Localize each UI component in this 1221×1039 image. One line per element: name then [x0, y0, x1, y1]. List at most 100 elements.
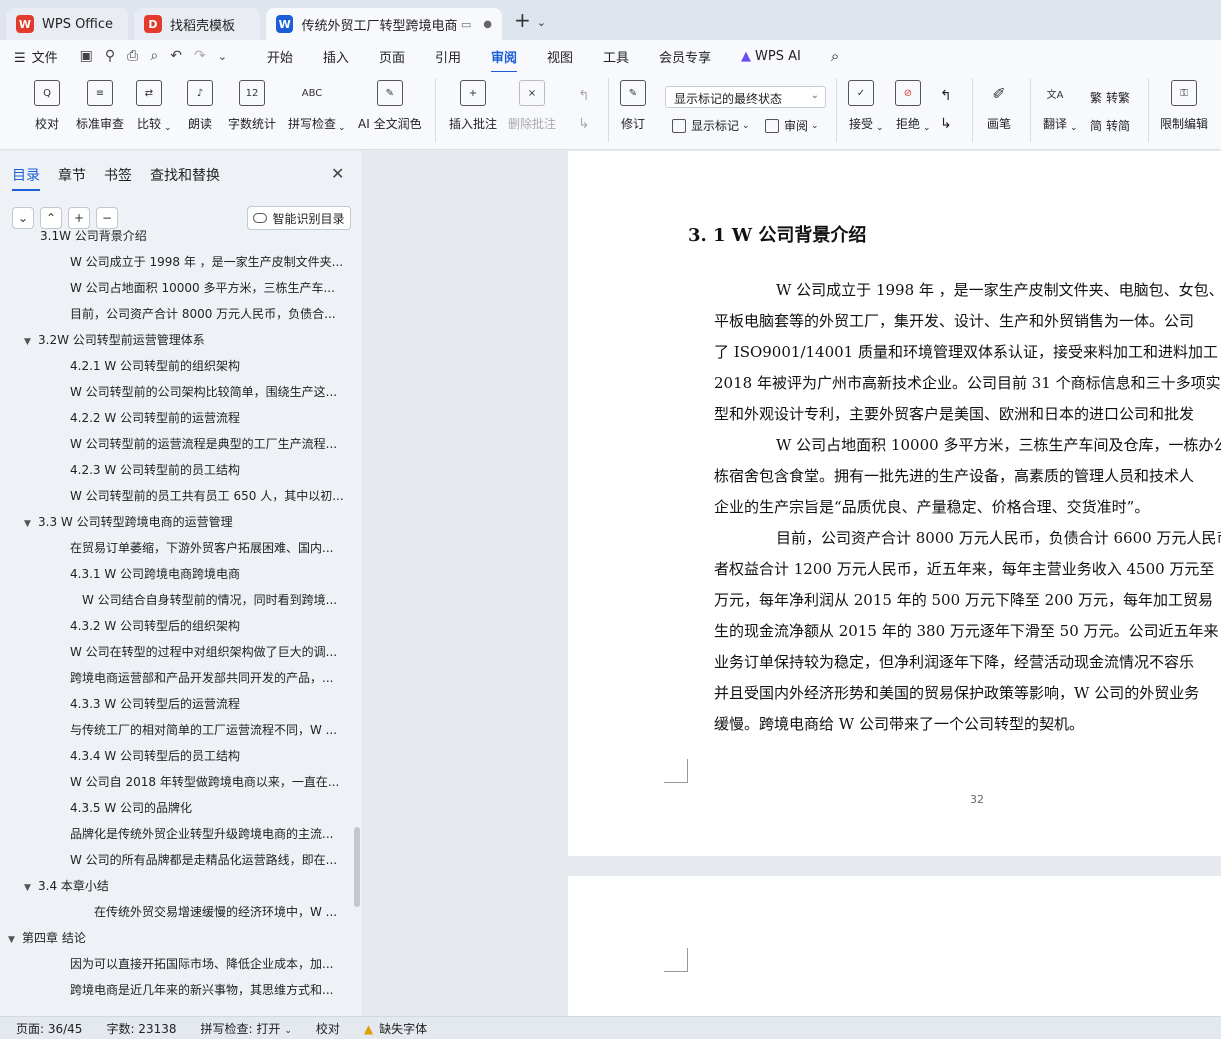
tab-document[interactable]: W 传统外贸工厂转型跨境电商的 ▭ ● — [266, 8, 502, 40]
toc-item[interactable]: W 公司的所有品牌都是走精品化运营路线，即在... — [0, 847, 352, 873]
insert-comment-button[interactable]: + 插入批注 — [449, 80, 497, 132]
word-count-indicator[interactable]: 字数: 23138 — [106, 1020, 176, 1037]
to-traditional-button[interactable]: 繁转繁 — [1090, 89, 1130, 106]
prev-comment-icon[interactable]: ↰ — [578, 88, 590, 104]
wps-ai-button[interactable]: ▲ WPS AI — [741, 49, 801, 64]
document-body[interactable]: W 公司成立于 1998 年 ，是一家生产皮制文件夹、电脑包、女包、手 平板电脑套… — [714, 275, 1221, 740]
ai-polish-button[interactable]: ✎ AI 全文润色 — [358, 80, 422, 132]
toc-item-label: 3.2W 公司转型前运营管理体系 — [38, 333, 205, 347]
missing-font-indicator[interactable]: ▲ 缺失字体 — [364, 1020, 427, 1037]
toc-item[interactable]: W 公司结合自身转型前的情况，同时看到跨境... — [0, 587, 352, 613]
to-simplified-button[interactable]: 简转简 — [1090, 117, 1130, 134]
toc-item[interactable]: W 公司成立于 1998 年 ，是一家生产皮制文件夹... — [0, 249, 352, 275]
restrict-edit-button[interactable]: ⚿ 限制编辑 — [1160, 80, 1208, 132]
spell-check-toggle[interactable]: 拼写检查: 打开 ⌄ — [201, 1020, 292, 1037]
toc-item[interactable]: 4.3.3 W 公司转型后的运营流程 — [0, 691, 352, 717]
menu-reference[interactable]: 引用 — [435, 47, 461, 66]
collapse-triangle-icon[interactable]: ▼ — [24, 511, 38, 535]
toc-item[interactable]: 4.3.2 W 公司转型后的组织架构 — [0, 613, 352, 639]
read-aloud-button[interactable]: ♪ 朗读 — [187, 80, 213, 132]
toc-item[interactable]: 跨境电商是近几年来的新兴事物，其思维方式和... — [0, 977, 352, 1000]
chevron-down-icon[interactable]: ⌄ — [537, 16, 546, 29]
next-change-icon[interactable]: ↳ — [940, 116, 952, 132]
toc-item[interactable]: 4.3.1 W 公司跨境电商跨境电商 — [0, 561, 352, 587]
menu-home[interactable]: 开始 — [267, 47, 293, 66]
tab-toc[interactable]: 目录 — [12, 165, 40, 191]
compare-button[interactable]: ⇄ 比较 ⌄ — [136, 80, 172, 133]
pen-button[interactable]: ✐ 画笔 — [986, 80, 1012, 132]
toc-item[interactable]: 因为可以直接开拓国际市场、降低企业成本，加... — [0, 951, 352, 977]
menu-review[interactable]: 审阅 — [490, 47, 517, 73]
print-icon[interactable]: ⎙ — [127, 48, 138, 64]
file-menu[interactable]: ☰ 文件 — [14, 47, 58, 66]
tab-bar: W WPS Office D 找稻壳模板 W 传统外贸工厂转型跨境电商的 ▭ ●… — [0, 0, 1221, 40]
close-icon[interactable]: ✕ — [331, 164, 344, 183]
collapse-triangle-icon[interactable]: ▼ — [24, 875, 38, 899]
tab-template[interactable]: D 找稻壳模板 — [134, 8, 260, 40]
undo-icon[interactable]: ↶ — [170, 48, 182, 64]
chevron-down-icon[interactable]: ⌄ — [218, 50, 227, 63]
menu-tools[interactable]: 工具 — [603, 47, 629, 66]
menu-member[interactable]: 会员专享 — [659, 47, 711, 66]
toc-item[interactable]: 3.1W 公司背景介绍 — [0, 223, 352, 249]
search-icon[interactable]: ⌕ — [831, 47, 839, 65]
save-icon[interactable]: ▣ — [80, 48, 93, 64]
toc-item[interactable]: ▼ 第四章 结论 — [0, 925, 352, 951]
collapse-triangle-icon[interactable]: ▼ — [24, 329, 38, 353]
prev-change-icon[interactable]: ↰ — [940, 88, 952, 104]
word-count-button[interactable]: 12 字数统计 — [228, 80, 276, 132]
document-page-next[interactable] — [568, 876, 1221, 1016]
document-page[interactable]: 3. 1 W 公司背景介绍 W 公司成立于 1998 年 ，是一家生产皮制文件夹… — [568, 151, 1221, 856]
toc-item[interactable]: ▼ 3.2W 公司转型前运营管理体系 — [0, 327, 352, 353]
toc-item[interactable]: 4.3.4 W 公司转型后的员工结构 — [0, 743, 352, 769]
standard-review-button[interactable]: ≡ 标准审查 — [76, 80, 124, 132]
toc-item[interactable]: W 公司转型前的公司架构比较简单，围绕生产这... — [0, 379, 352, 405]
toc-item[interactable]: ▼ 3.3 W 公司转型跨境电商的运营管理 — [0, 509, 352, 535]
toc-item[interactable]: W 公司在转型的过程中对组织架构做了巨大的调... — [0, 639, 352, 665]
share-icon[interactable]: ⚲ — [105, 48, 115, 64]
menu-page[interactable]: 页面 — [379, 47, 405, 66]
toc-item[interactable]: W 公司转型前的运营流程是典型的工厂生产流程... — [0, 431, 352, 457]
tab-find-replace[interactable]: 查找和替换 — [150, 165, 220, 185]
toc-item[interactable]: ▼ 3.4 本章小结 — [0, 873, 352, 899]
tab-bookmark[interactable]: 书签 — [104, 165, 132, 185]
translate-button[interactable]: 文A 翻译 ⌄ — [1042, 80, 1078, 134]
toc-item[interactable]: 在传统外贸交易增速缓慢的经济环境中，W ... — [0, 899, 352, 925]
accept-button[interactable]: ✓ 接受 ⌄ — [848, 80, 884, 133]
page-indicator[interactable]: 页面: 36/45 — [16, 1020, 82, 1037]
toc-item[interactable]: W 公司自 2018 年转型做跨境电商以来，一直在... — [0, 769, 352, 795]
markup-mode-select[interactable]: 显示标记的最终状态 ⌄ — [665, 86, 826, 108]
toc-item[interactable]: 4.3.5 W 公司的品牌化 — [0, 795, 352, 821]
menu-view[interactable]: 视图 — [547, 47, 573, 66]
toc-item[interactable]: W 公司占地面积 10000 多平方米，三栋生产车... — [0, 275, 352, 301]
toc-item[interactable]: 与传统工厂的相对简单的工厂运营流程不同，W ... — [0, 717, 352, 743]
next-comment-icon[interactable]: ↳ — [578, 116, 590, 132]
toc-item[interactable]: 跨境电商运营部和产品开发部共同开发的产品，... — [0, 665, 352, 691]
print-preview-icon[interactable]: ⌕ — [150, 48, 158, 64]
reject-button[interactable]: ⊘ 拒绝 ⌄ — [895, 80, 931, 133]
proof-status[interactable]: 校对 — [316, 1020, 340, 1037]
toc-item[interactable]: 4.2.2 W 公司转型前的运营流程 — [0, 405, 352, 431]
revise-button[interactable]: ✎ 修订 — [620, 80, 646, 132]
show-markup-icon — [672, 118, 686, 133]
toc-item[interactable]: 4.2.3 W 公司转型前的员工结构 — [0, 457, 352, 483]
toc-scrollbar[interactable] — [354, 827, 360, 907]
toc-item[interactable]: 4.2.1 W 公司转型前的组织架构 — [0, 353, 352, 379]
collapse-triangle-icon[interactable]: ▼ — [8, 927, 22, 951]
delete-comment-button[interactable]: × 删除批注 — [508, 80, 556, 132]
toc-list: 3.1W 公司背景介绍 W 公司成立于 1998 年 ，是一家生产皮制文件夹...… — [0, 223, 352, 1000]
review-pane-button[interactable]: 审阅 ⌄ — [765, 117, 819, 134]
tab-wps-office[interactable]: W WPS Office — [6, 8, 128, 40]
toc-item[interactable]: W 公司转型前的员工共有员工 650 人，其中以初... — [0, 483, 352, 509]
proof-button[interactable]: Q 校对 — [34, 80, 60, 132]
toc-item[interactable]: 在贸易订单萎缩，下游外贸客户拓展困难、国内... — [0, 535, 352, 561]
toc-item[interactable]: 品牌化是传统外贸企业转型升级跨境电商的主流... — [0, 821, 352, 847]
menu-insert[interactable]: 插入 — [323, 47, 349, 66]
tab-chapter[interactable]: 章节 — [58, 165, 86, 185]
show-markup-button[interactable]: 显示标记 ⌄ — [672, 117, 750, 134]
unsaved-dot-icon[interactable]: ● — [483, 19, 492, 30]
new-tab-button[interactable]: + — [514, 8, 531, 32]
redo-icon[interactable]: ↷ — [194, 48, 206, 64]
toc-item[interactable]: 目前，公司资产合计 8000 万元人民币，负债合... — [0, 301, 352, 327]
spell-check-button[interactable]: ABC 拼写检查 ⌄ — [288, 80, 346, 134]
